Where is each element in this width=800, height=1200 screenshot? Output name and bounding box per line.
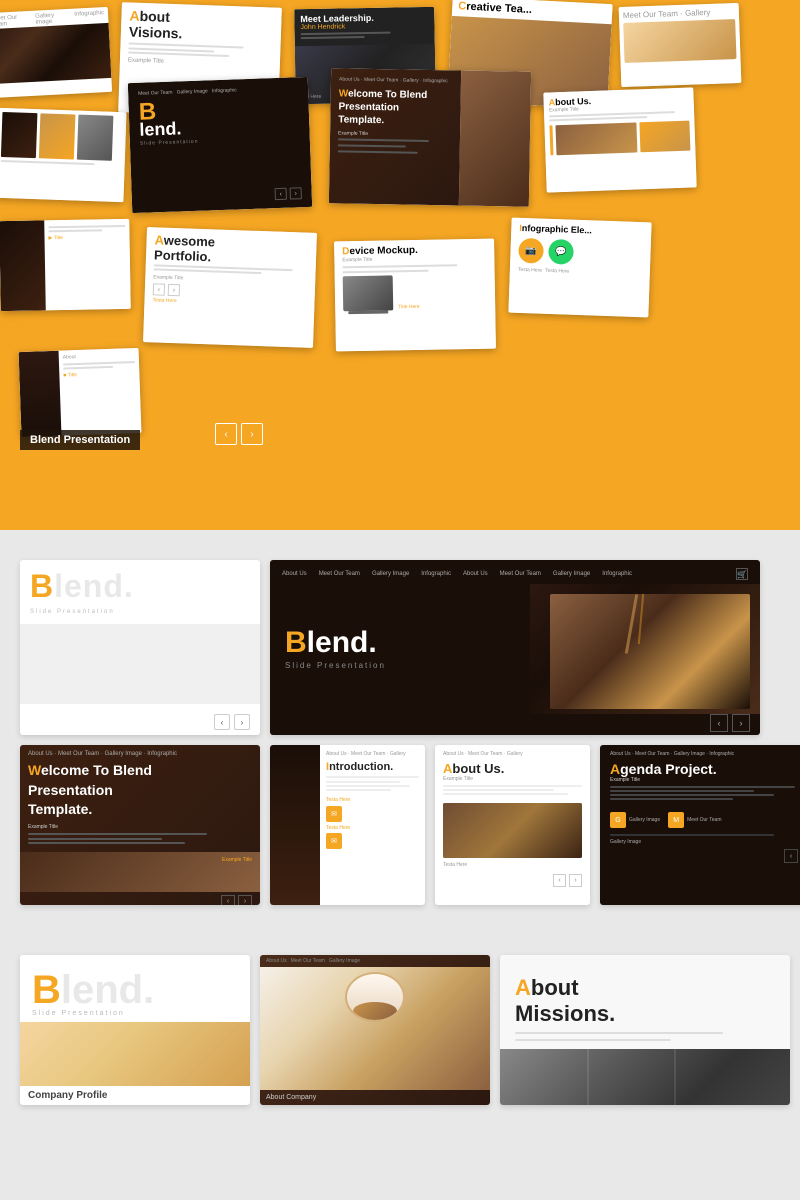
collage-card-1: Meet Our TeamGallery ImageInfographic ▶: [0, 7, 112, 98]
collage-card-6: [0, 108, 127, 202]
next-btn-white[interactable]: ›: [234, 714, 250, 730]
blend-presentation-label: Blend Presentation: [20, 430, 140, 450]
footer-coffee-dark: About Us Meet Our Team Gallery Image Abo…: [260, 955, 490, 1105]
footer-blend-white: Blend. Slide Presentation Company Profil…: [20, 955, 250, 1105]
collage-card-10: ▶ Title: [0, 219, 131, 311]
agenda-a: A: [610, 761, 620, 777]
nav-meet-team[interactable]: Meet Our Team: [319, 571, 360, 577]
collage-card-blend-main: Meet Our Team Gallery Image Infographic …: [128, 77, 312, 213]
preview-row-1: Blend. Slide Presentation ‹ › About Us M…: [20, 560, 780, 735]
preview-blend-white: Blend. Slide Presentation ‹ ›: [20, 560, 260, 735]
nav-gallery[interactable]: Gallery Image: [372, 571, 409, 577]
prev-btn-white[interactable]: ‹: [214, 714, 230, 730]
company-profile-label: Company Profile: [20, 1086, 250, 1105]
collage-card-welcome: About Us · Meet Our Team · Gallery · Inf…: [329, 68, 531, 206]
collage-card-portfolio: Awesome Portfolio. Example Title ‹ › Tes…: [143, 227, 317, 348]
blend-title-dark: Blend.: [285, 628, 515, 658]
blend-rest: lend.: [54, 568, 134, 604]
nav-infographic[interactable]: Infographic: [421, 571, 451, 577]
cart-icon[interactable]: 🛒: [736, 568, 748, 580]
preview-blend-dark: About Us Meet Our Team Gallery Image Inf…: [270, 560, 760, 735]
next-welcome[interactable]: ›: [238, 895, 252, 905]
next-arrow[interactable]: ›: [241, 423, 263, 445]
example-title-1: Example Title: [28, 824, 252, 830]
intro-i: I: [326, 761, 329, 773]
preview-row-2: About Us · Meet Our Team · Gallery Image…: [20, 745, 780, 905]
preview-about-us: About Us · Meet Our Team · Gallery About…: [435, 745, 590, 905]
collage-card-device: Device Mockup. Example Title Title Here: [334, 239, 496, 352]
big-b-accent: B: [32, 968, 61, 1012]
footer-missions: About Missions.: [500, 955, 790, 1105]
top-collage: Meet Our TeamGallery ImageInfographic ▶ …: [0, 0, 800, 530]
bottom-section: Blend. Slide Presentation Company Profil…: [0, 955, 800, 1125]
collage-card-14: About ■ Title: [19, 348, 142, 437]
prev-about[interactable]: ‹: [553, 874, 566, 887]
collage-card-5: Meet Our Team · Gallery: [619, 3, 742, 87]
prev-dark[interactable]: ‹: [710, 714, 728, 732]
blend-subtitle-white: Slide Presentation: [20, 609, 260, 619]
next-dark[interactable]: ›: [732, 714, 750, 732]
nav-about-us[interactable]: About Us: [282, 571, 307, 577]
preview-welcome: About Us · Meet Our Team · Gallery Image…: [20, 745, 260, 905]
about-company-label: About Company: [260, 1090, 490, 1105]
main-preview: Blend. Slide Presentation ‹ › About Us M…: [0, 530, 800, 945]
preview-small-cards: About Us · Meet Our Team · Gallery Intro…: [270, 745, 800, 905]
prev-welcome[interactable]: ‹: [221, 895, 235, 905]
slide-presentation-label: Slide Presentation: [285, 661, 515, 670]
preview-intro: About Us · Meet Our Team · Gallery Intro…: [270, 745, 425, 905]
missions-title-2: Missions.: [515, 1001, 775, 1027]
about-a: A: [443, 761, 452, 776]
next-about[interactable]: ›: [569, 874, 582, 887]
collage-card-aboutus-right: About Us. Example Title: [543, 87, 696, 192]
collage-card-infographic: Infographic Ele... 📷 💬 Testa Here Testa …: [508, 218, 651, 318]
welcome-w: W: [28, 762, 41, 778]
blend-b-accent: B: [30, 568, 54, 604]
footer-row: Blend. Slide Presentation Company Profil…: [20, 955, 780, 1105]
prev-agenda[interactable]: ‹: [784, 849, 798, 863]
preview-agenda: About Us · Meet Our Team · Gallery Image…: [600, 745, 800, 905]
missions-a: A: [515, 975, 531, 1000]
prev-arrow[interactable]: ‹: [215, 423, 237, 445]
